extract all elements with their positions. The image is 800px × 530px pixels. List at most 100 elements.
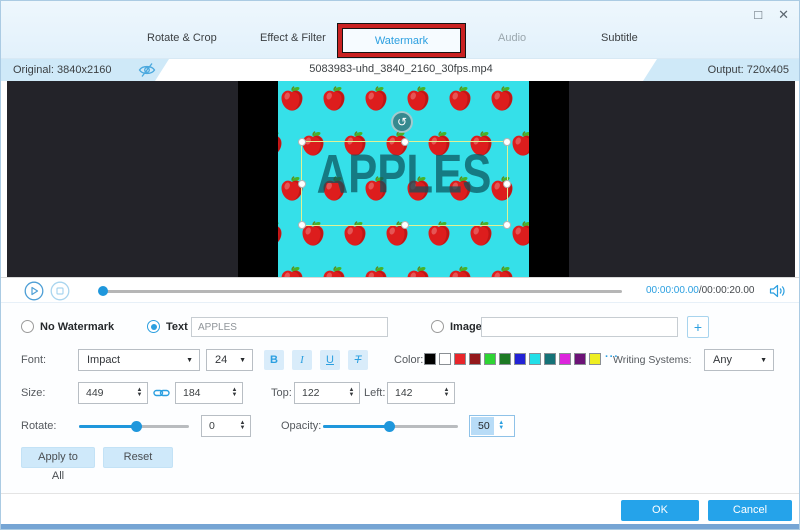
resize-handle[interactable]	[298, 180, 306, 188]
font-family-select[interactable]: Impact ▼	[78, 349, 200, 371]
video-preview-area: APPLES ↺	[7, 81, 795, 277]
tab-audio[interactable]: Audio	[498, 32, 526, 44]
stop-button[interactable]	[50, 281, 70, 301]
opacity-slider-thumb[interactable]	[384, 421, 395, 432]
rotate-slider-fill	[79, 425, 136, 428]
no-watermark-radio[interactable]	[21, 320, 34, 333]
resize-handle[interactable]	[503, 180, 511, 188]
image-watermark-radio[interactable]	[431, 320, 444, 333]
strikethrough-button[interactable]: T	[348, 350, 368, 370]
resize-handle[interactable]	[298, 221, 306, 229]
height-spinner[interactable]: 184 ▲▼	[175, 382, 243, 404]
watermark-selection-box[interactable]	[301, 141, 508, 226]
color-swatch[interactable]	[484, 353, 496, 365]
window-bottom-edge	[1, 524, 800, 530]
reset-button[interactable]: Reset	[103, 447, 173, 468]
apple-graphic	[280, 86, 304, 112]
resize-handle[interactable]	[503, 138, 511, 146]
watermark-dialog: □ ✕ Rotate & Crop Effect & Filter Waterm…	[0, 0, 800, 530]
close-icon[interactable]: ✕	[778, 8, 789, 22]
font-family-value: Impact	[87, 354, 120, 366]
spinner-arrows-icon[interactable]: ▲▼	[235, 416, 250, 436]
play-button[interactable]	[24, 281, 44, 301]
image-watermark-label: Image	[450, 321, 482, 333]
rotate-slider-thumb[interactable]	[131, 421, 142, 432]
apply-to-all-button[interactable]: Apply to All	[21, 447, 95, 468]
top-label: Top:	[271, 387, 292, 399]
apple-graphic	[406, 86, 430, 112]
resize-handle[interactable]	[298, 138, 306, 146]
pillarbox-left	[238, 81, 278, 277]
spinner-arrows-icon[interactable]: ▲▼	[344, 383, 359, 403]
apple-graphic	[448, 266, 472, 277]
spinner-arrows-icon[interactable]: ▲▼	[132, 383, 147, 403]
color-swatch[interactable]	[424, 353, 436, 365]
timeline-slider[interactable]	[101, 290, 622, 293]
opacity-value: 50	[471, 417, 494, 435]
current-time: 00:00:00.00	[646, 285, 699, 296]
original-resolution-label: Original: 3840x2160	[13, 64, 111, 76]
output-resolution-label: Output: 720x405	[708, 64, 789, 76]
bold-button[interactable]: B	[264, 350, 284, 370]
left-label: Left:	[364, 387, 385, 399]
apple-graphic	[511, 221, 529, 247]
tab-rotate-crop[interactable]: Rotate & Crop	[147, 32, 217, 44]
italic-button[interactable]: I	[292, 350, 312, 370]
tab-watermark[interactable]: Watermark	[375, 35, 428, 47]
apple-graphic	[280, 266, 304, 277]
top-bar: □ ✕ Rotate & Crop Effect & Filter Waterm…	[1, 1, 800, 59]
font-label: Font:	[21, 354, 46, 366]
chevron-down-icon: ▼	[239, 357, 246, 364]
maximize-icon[interactable]: □	[754, 8, 762, 22]
timeline-thumb[interactable]	[98, 286, 108, 296]
watermark-text-input[interactable]	[191, 317, 388, 337]
color-swatch[interactable]	[454, 353, 466, 365]
left-spinner[interactable]: 142 ▲▼	[387, 382, 455, 404]
resize-handle[interactable]	[503, 221, 511, 229]
ok-button[interactable]: OK	[621, 500, 699, 521]
writing-systems-label: Writing Systems:	[613, 354, 692, 366]
cancel-button[interactable]: Cancel	[708, 500, 792, 521]
color-swatch[interactable]	[544, 353, 556, 365]
color-swatch[interactable]	[589, 353, 601, 365]
text-watermark-radio[interactable]	[147, 320, 160, 333]
underline-button[interactable]: U	[320, 350, 340, 370]
apple-graphic	[322, 266, 346, 277]
opacity-spinner[interactable]: 50 ▲▼	[469, 415, 515, 437]
hide-watermark-eye-icon[interactable]	[137, 62, 157, 78]
color-swatch[interactable]	[469, 353, 481, 365]
width-spinner[interactable]: 449 ▲▼	[78, 382, 148, 404]
apple-graphic	[364, 266, 388, 277]
opacity-slider-fill	[323, 425, 390, 428]
pillarbox-right	[529, 81, 569, 277]
link-dimensions-icon[interactable]	[153, 387, 170, 399]
color-swatch[interactable]	[559, 353, 571, 365]
add-image-button[interactable]: +	[687, 316, 709, 338]
spinner-arrows-icon[interactable]: ▲▼	[439, 383, 454, 403]
watermark-image-input[interactable]	[481, 317, 678, 337]
apple-graphic	[278, 221, 283, 247]
apple-graphic	[448, 86, 472, 112]
tab-effect-filter[interactable]: Effect & Filter	[260, 32, 326, 44]
color-swatch[interactable]	[439, 353, 451, 365]
color-swatch[interactable]	[529, 353, 541, 365]
writing-systems-select[interactable]: Any ▼	[704, 349, 774, 371]
color-swatch[interactable]	[514, 353, 526, 365]
info-bar: 5083983-uhd_3840_2160_30fps.mp4 Original…	[1, 59, 800, 81]
color-swatch[interactable]	[499, 353, 511, 365]
spinner-arrows-icon[interactable]: ▲▼	[227, 383, 242, 403]
color-swatch[interactable]	[574, 353, 586, 365]
apple-graphic	[278, 131, 283, 157]
rotate-spinner[interactable]: 0 ▲▼	[201, 415, 251, 437]
font-size-select[interactable]: 24 ▼	[206, 349, 253, 371]
resize-handle[interactable]	[401, 138, 409, 146]
rotate-handle-icon[interactable]: ↺	[391, 111, 413, 133]
volume-icon[interactable]	[769, 284, 787, 298]
resize-handle[interactable]	[401, 221, 409, 229]
window-controls: □ ✕	[754, 8, 789, 22]
spinner-arrows-icon[interactable]: ▲▼	[494, 416, 509, 436]
color-label: Color:	[394, 354, 423, 366]
tab-subtitle[interactable]: Subtitle	[601, 32, 638, 44]
top-spinner[interactable]: 122 ▲▼	[294, 382, 360, 404]
top-value: 122	[295, 383, 344, 403]
